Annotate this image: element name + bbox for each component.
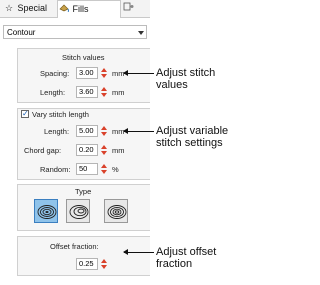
random-unit: % (112, 165, 119, 174)
variable-length-stepper[interactable] (100, 125, 108, 137)
variable-length-field[interactable]: 5.00 (76, 125, 98, 137)
chevron-down-icon (138, 31, 144, 35)
type-option-3-button[interactable] (104, 199, 128, 223)
spacing-stepper[interactable] (100, 67, 108, 79)
offset-callout-line2: fraction (156, 258, 193, 270)
tab-fills[interactable]: Fills (57, 0, 121, 18)
vary-stitch-checkbox[interactable]: ✓ (21, 110, 29, 118)
tab-special-label: Special (17, 3, 48, 13)
chord-gap-field[interactable]: 0.20 (76, 144, 98, 156)
offset-callout-line1: Adjust offset (156, 246, 217, 258)
offset-callout-pointer (123, 249, 154, 255)
offset-fraction-field[interactable]: 0.25 (76, 258, 98, 270)
chord-gap-stepper[interactable] (100, 144, 108, 156)
tab-icon (122, 1, 134, 16)
fills-panel: ☆ Special Fills Contour Stitch values Sp… (0, 0, 150, 285)
length-stepper[interactable] (100, 86, 108, 98)
random-stepper[interactable] (100, 163, 108, 175)
tab-next[interactable] (122, 1, 150, 16)
offset-fraction-label: Offset fraction: (50, 242, 99, 251)
chord-gap-unit: mm (112, 146, 125, 155)
type-option-1-button[interactable] (34, 199, 58, 223)
variable-length-label: Length: (44, 127, 70, 136)
contour-offset-icon (69, 205, 89, 219)
stitch-callout-line2: values (156, 79, 188, 91)
tab-special[interactable]: ☆ Special (3, 1, 51, 16)
fill-type-dropdown[interactable]: Contour (3, 25, 147, 39)
length-unit: mm (112, 88, 125, 97)
tab-bar: ☆ Special Fills (0, 0, 150, 18)
variable-callout-line2: stitch settings (156, 137, 223, 149)
contour-rings-icon (107, 205, 127, 219)
chord-gap-label: Chord gap: (24, 146, 62, 155)
type-heading: Type (75, 187, 92, 196)
type-option-2-button[interactable] (66, 199, 90, 223)
offset-fraction-stepper[interactable] (100, 258, 108, 270)
random-field[interactable]: 50 (76, 163, 98, 175)
stitch-callout-pointer (123, 70, 154, 76)
variable-callout-pointer (123, 128, 154, 134)
spacing-label: Spacing: (40, 69, 70, 78)
stitch-values-heading: Stitch values (62, 53, 105, 62)
variable-callout-line1: Adjust variable (156, 125, 229, 137)
fill-icon (58, 1, 70, 18)
contour-spiral-icon (37, 205, 57, 219)
stitch-callout-line1: Adjust stitch (156, 67, 216, 79)
length-label: Length: (40, 88, 66, 97)
tab-fills-label: Fills (72, 4, 89, 14)
fill-type-value: Contour (7, 28, 36, 37)
length-field[interactable]: 3.60 (76, 86, 98, 98)
random-label: Random: (40, 165, 71, 174)
spacing-field[interactable]: 3.00 (76, 67, 98, 79)
vary-stitch-label: Vary stitch length (32, 110, 89, 119)
star-icon: ☆ (4, 3, 14, 13)
